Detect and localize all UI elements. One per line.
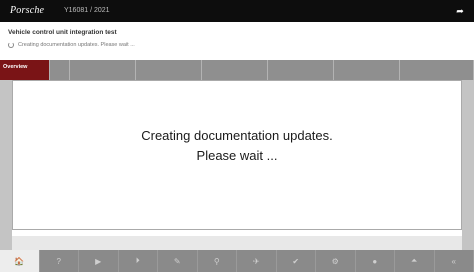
tab-4[interactable] (136, 60, 202, 80)
left-margin (0, 80, 12, 250)
spinner-icon (8, 42, 14, 48)
filter-icon[interactable]: ⚲ (198, 250, 237, 272)
check-icon[interactable]: ✔ (277, 250, 316, 272)
tab-3[interactable] (70, 60, 136, 80)
brand-logo: Porsche (10, 5, 45, 16)
tab-7[interactable] (334, 60, 400, 80)
tab-6[interactable] (268, 60, 334, 80)
tab-5[interactable] (202, 60, 268, 80)
settings-icon[interactable]: ⚙ (316, 250, 356, 272)
play-icon[interactable]: ▶ (79, 250, 119, 272)
tab-8[interactable] (400, 60, 474, 80)
page-title: Vehicle control unit integration test (8, 29, 117, 36)
tab-overview[interactable]: Overview (0, 60, 50, 80)
bottom-toolbar: 🏠 ? ▶ ⏵ ✎ ⚲ ✈ ✔ ⚙ ● ⏶ « (0, 250, 474, 272)
info-icon[interactable]: ● (356, 250, 395, 272)
vehicle-info: Y16081 / 2021 (64, 7, 110, 14)
status-line: Creating documentation updates. Please w… (8, 42, 135, 48)
progress-message-line2: Please wait ... (196, 148, 278, 163)
content-panel: Creating documentation updates. Please w… (12, 80, 462, 230)
progress-message-line1: Creating documentation updates. (141, 128, 333, 143)
status-text: Creating documentation updates. Please w… (18, 42, 135, 48)
export-icon[interactable]: ➦ (454, 5, 466, 17)
footer-strip (12, 236, 462, 250)
up-icon[interactable]: ⏶ (395, 250, 435, 272)
forward-icon[interactable]: ⏵ (119, 250, 158, 272)
home-icon[interactable]: 🏠 (0, 250, 40, 272)
edit-icon[interactable]: ✎ (158, 250, 198, 272)
tab-2[interactable] (50, 60, 70, 80)
tab-bar: Overview (0, 60, 474, 80)
app-header: Porsche Y16081 / 2021 ➦ (0, 0, 474, 22)
right-margin (462, 80, 474, 250)
tools-icon[interactable]: ✈ (237, 250, 277, 272)
help-icon[interactable]: ? (40, 250, 79, 272)
back-icon[interactable]: « (435, 250, 474, 272)
